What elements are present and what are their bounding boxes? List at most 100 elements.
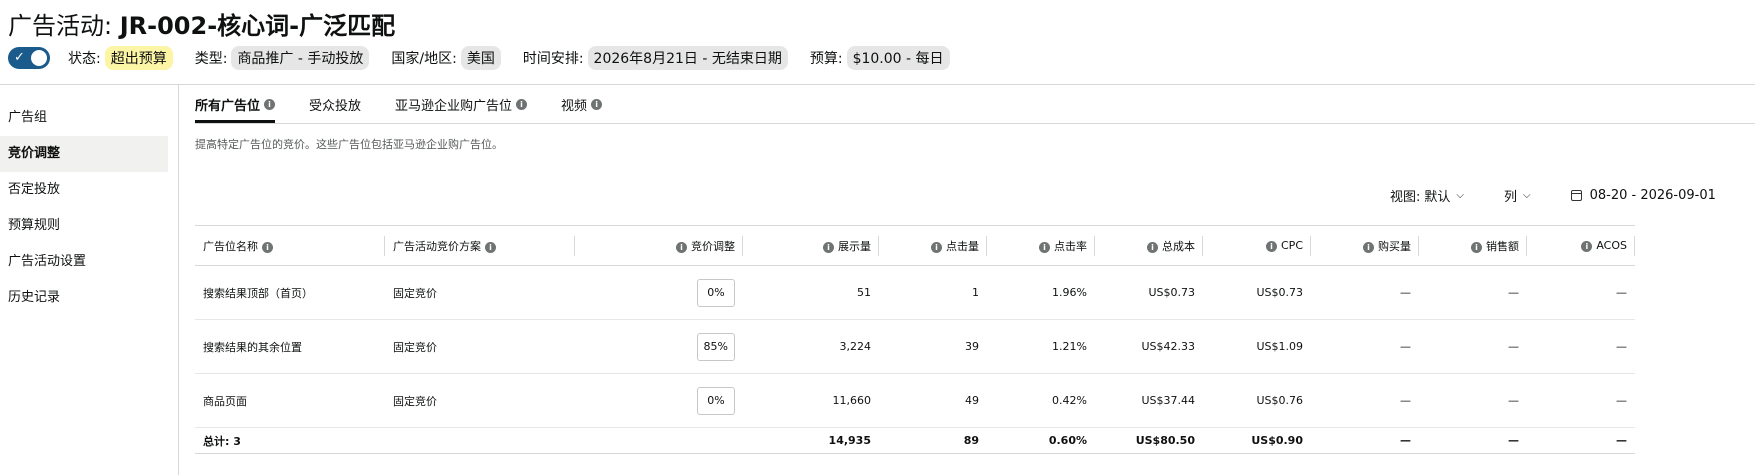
cell-impressions: 51 xyxy=(743,265,879,320)
tab-label: 所有广告位 xyxy=(195,98,261,114)
cell-bid-strategy: 固定竞价 xyxy=(385,265,575,320)
col-header-label: 购买量 xyxy=(1378,239,1411,253)
info-icon[interactable]: i xyxy=(1581,241,1593,252)
info-icon[interactable]: i xyxy=(1147,241,1158,253)
info-icon[interactable]: i xyxy=(823,241,834,253)
col-header-orders[interactable]: i 购买量 xyxy=(1311,225,1419,266)
col-header-bid-strategy[interactable]: 广告活动竞价方案 i xyxy=(385,225,575,266)
cell-clicks: 39 xyxy=(879,319,987,374)
info-icon[interactable]: i xyxy=(1039,241,1050,253)
page-title-prefix: 广告活动: xyxy=(8,12,120,40)
table-header-row: 广告位名称 i 广告活动竞价方案 i i 竞价调整 i 展示量 i 点击量 i 点击率 i总… xyxy=(195,225,1635,266)
info-icon[interactable]: i xyxy=(516,98,528,110)
check-icon: ✓ xyxy=(14,50,25,65)
schedule-meta: 时间安排: 2026年8月21日 - 无结束日期 xyxy=(523,46,788,70)
tab-label: 视频 xyxy=(561,98,588,114)
table-total-row: 总计: 3 14,935 89 0.60% US$80.50 US$0.90 —… xyxy=(195,427,1635,454)
cell-cpc: US$0.76 xyxy=(1203,373,1311,428)
page-title: 广告活动: JR-002-核心词-广泛匹配 xyxy=(8,6,395,40)
placements-table: 广告位名称 i 广告活动竞价方案 i i 竞价调整 i 展示量 i 点击量 i 点击率 i总… xyxy=(195,225,1635,454)
cell-total-orders: — xyxy=(1311,427,1419,454)
info-icon[interactable]: i xyxy=(676,241,687,253)
cell-total-cpc: US$0.90 xyxy=(1203,427,1311,454)
cell-total-spend: US$80.50 xyxy=(1095,427,1203,454)
view-selector[interactable]: 视图: 默认 ⌵ xyxy=(1390,186,1464,205)
cell-cpc: US$0.73 xyxy=(1203,265,1311,320)
cell-ctr: 1.21% xyxy=(987,319,1095,374)
sidebar-item-ad-groups[interactable]: 广告组 xyxy=(0,100,168,136)
info-icon[interactable]: i xyxy=(591,98,603,110)
type-badge: 商品推广 - 手动投放 xyxy=(231,46,370,70)
campaign-enabled-toggle[interactable]: ✓ xyxy=(8,47,50,69)
info-icon[interactable]: i xyxy=(1266,241,1277,252)
tab-business-placements[interactable]: 亚马逊企业购广告位 i xyxy=(395,86,528,122)
info-icon[interactable]: i xyxy=(931,241,942,253)
cell-sales: — xyxy=(1419,265,1527,320)
info-icon[interactable]: i xyxy=(262,241,273,253)
table-row: 商品页面 固定竞价 0% 11,660 49 0.42% US$37.44 US… xyxy=(195,373,1635,428)
cell-acos: — xyxy=(1527,373,1635,428)
col-header-cpc[interactable]: i CPC xyxy=(1203,225,1311,266)
cell-total-ctr: 0.60% xyxy=(987,427,1095,454)
bid-adjustment-input[interactable]: 0% xyxy=(697,386,735,415)
placement-tabs: 所有广告位 i 受众投放 亚马逊企业购广告位 i 视频 i xyxy=(195,86,636,123)
cell-impressions: 11,660 xyxy=(743,373,879,428)
chevron-down-icon: ⌵ xyxy=(1523,189,1531,201)
cell-placement: 商品页面 xyxy=(195,373,385,428)
col-header-label: 总成本 xyxy=(1162,239,1195,253)
date-range-picker[interactable]: 08-20 - 2026-09-01 xyxy=(1570,188,1716,203)
sidebar-item-bid-adjustments[interactable]: 竞价调整 xyxy=(0,136,168,172)
col-header-clicks[interactable]: i 点击量 xyxy=(879,225,987,266)
columns-selector[interactable]: 列 ⌵ xyxy=(1504,186,1531,205)
table-row: 搜索结果的其余位置 固定竞价 85% 3,224 39 1.21% US$42.… xyxy=(195,319,1635,374)
view-label: 视图: xyxy=(1390,189,1421,205)
col-header-impressions[interactable]: i 展示量 xyxy=(743,225,879,266)
cell-total-label: 总计: 3 xyxy=(195,427,385,454)
sidebar-item-negative-targeting[interactable]: 否定投放 xyxy=(0,172,168,208)
tabs-divider xyxy=(195,123,1755,124)
cell-empty xyxy=(575,427,743,454)
col-header-bid-adjustment[interactable]: i 竞价调整 xyxy=(575,225,743,266)
sidebar-item-campaign-settings[interactable]: 广告活动设置 xyxy=(0,244,168,280)
tab-video[interactable]: 视频 i xyxy=(561,86,603,122)
bid-adjustment-input[interactable]: 85% xyxy=(696,332,735,361)
cell-placement: 搜索结果顶部（首页） xyxy=(195,265,385,320)
cell-orders: — xyxy=(1311,265,1419,320)
columns-label: 列 xyxy=(1504,189,1518,205)
cell-sales: — xyxy=(1419,373,1527,428)
col-header-label: 广告位名称 xyxy=(203,239,258,253)
cell-total-clicks: 89 xyxy=(879,427,987,454)
info-icon[interactable]: i xyxy=(1363,241,1374,253)
cell-orders: — xyxy=(1311,373,1419,428)
info-icon[interactable]: i xyxy=(1471,241,1482,253)
bid-adjustment-input[interactable]: 0% xyxy=(697,278,735,307)
col-header-acos[interactable]: i ACOS xyxy=(1527,225,1635,266)
cell-spend: US$42.33 xyxy=(1095,319,1203,374)
info-icon[interactable]: i xyxy=(485,241,496,253)
col-header-spend[interactable]: i 总成本 xyxy=(1095,225,1203,266)
sidebar-item-history[interactable]: 历史记录 xyxy=(0,280,168,316)
column-separator xyxy=(1634,236,1635,256)
sidebar-divider xyxy=(178,84,179,475)
col-header-label: ACOS xyxy=(1596,239,1627,252)
tab-audiences[interactable]: 受众投放 xyxy=(309,86,361,122)
cell-total-acos: — xyxy=(1527,427,1635,454)
col-header-label: 销售额 xyxy=(1486,239,1519,253)
cell-total-sales: — xyxy=(1419,427,1527,454)
budget-meta: 预算: $10.00 - 每日 xyxy=(810,46,950,70)
header-divider xyxy=(0,84,1755,85)
schedule-badge: 2026年8月21日 - 无结束日期 xyxy=(587,46,788,70)
cell-acos: — xyxy=(1527,319,1635,374)
sidebar-item-budget-rules[interactable]: 预算规则 xyxy=(0,208,168,244)
col-header-placement[interactable]: 广告位名称 i xyxy=(195,225,385,266)
country-label: 国家/地区: xyxy=(391,51,457,67)
tab-all-placements[interactable]: 所有广告位 i xyxy=(195,86,276,123)
cell-bid-adjustment: 0% xyxy=(575,265,743,320)
view-value: 默认 xyxy=(1424,189,1451,205)
cell-ctr: 0.42% xyxy=(987,373,1095,428)
col-header-ctr[interactable]: i 点击率 xyxy=(987,225,1095,266)
col-header-sales[interactable]: i 销售额 xyxy=(1419,225,1527,266)
info-icon[interactable]: i xyxy=(264,98,276,110)
calendar-icon xyxy=(1570,189,1582,201)
col-header-label: 展示量 xyxy=(838,239,871,253)
